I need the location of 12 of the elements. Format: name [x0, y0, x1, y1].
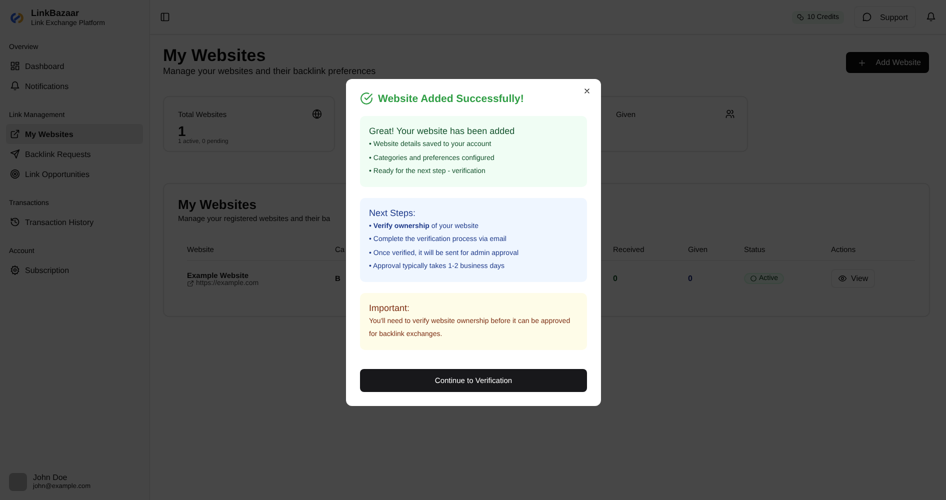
- stat-value: 1: [178, 123, 186, 139]
- page-title: My Websites: [163, 46, 267, 66]
- panel-heading: Important:: [369, 302, 411, 314]
- panel-heading: Next Steps:: [369, 206, 417, 218]
- dialog-title: Website Added Successfully!: [378, 92, 524, 104]
- check-circle-icon: [360, 92, 373, 105]
- user-name: John Doe: [33, 473, 68, 483]
- received-count: 0: [613, 274, 618, 283]
- panel-heading: Great! Your website has been added: [369, 125, 516, 137]
- brand-name: LinkBazaar: [31, 8, 80, 19]
- page-subtitle: Manage your websites and their backlink preferences: [163, 66, 376, 76]
- given-count: 0: [688, 274, 692, 283]
